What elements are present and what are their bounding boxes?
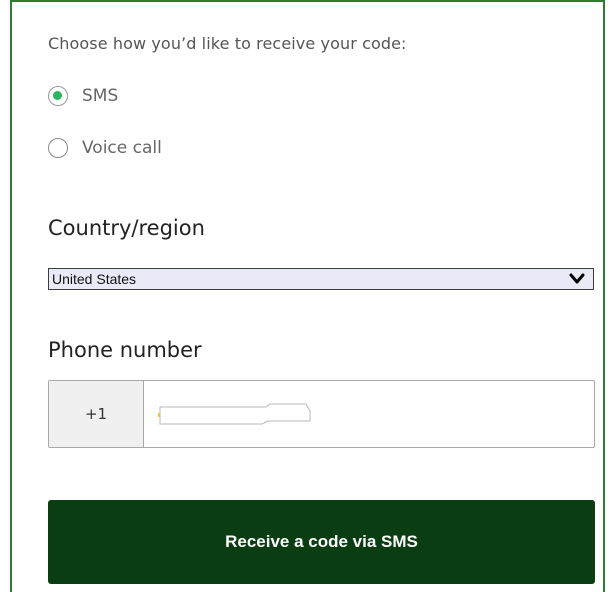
radio-label-sms: SMS <box>82 86 119 106</box>
phone-number-label: Phone number <box>48 338 202 362</box>
country-region-select[interactable]: United States <box>48 268 594 290</box>
radio-option-voice-call[interactable]: Voice call <box>48 138 162 158</box>
delivery-method-prompt: Choose how you’d like to receive your co… <box>48 34 407 53</box>
redacted-phone-value <box>158 403 311 425</box>
receive-code-button[interactable]: Receive a code via SMS <box>48 500 595 584</box>
country-select-value: United States <box>52 271 137 287</box>
country-region-label: Country/region <box>48 216 205 240</box>
chevron-down-icon[interactable] <box>567 269 587 289</box>
verification-panel: Choose how you’d like to receive your co… <box>10 0 605 592</box>
phone-number-input[interactable] <box>144 381 594 447</box>
radio-button-sms[interactable] <box>48 86 68 106</box>
radio-button-voice-call[interactable] <box>48 138 68 158</box>
phone-number-group: +1 <box>48 380 595 448</box>
radio-option-sms[interactable]: SMS <box>48 86 118 106</box>
country-code-prefix: +1 <box>49 381 144 447</box>
radio-label-voice-call: Voice call <box>82 138 162 158</box>
